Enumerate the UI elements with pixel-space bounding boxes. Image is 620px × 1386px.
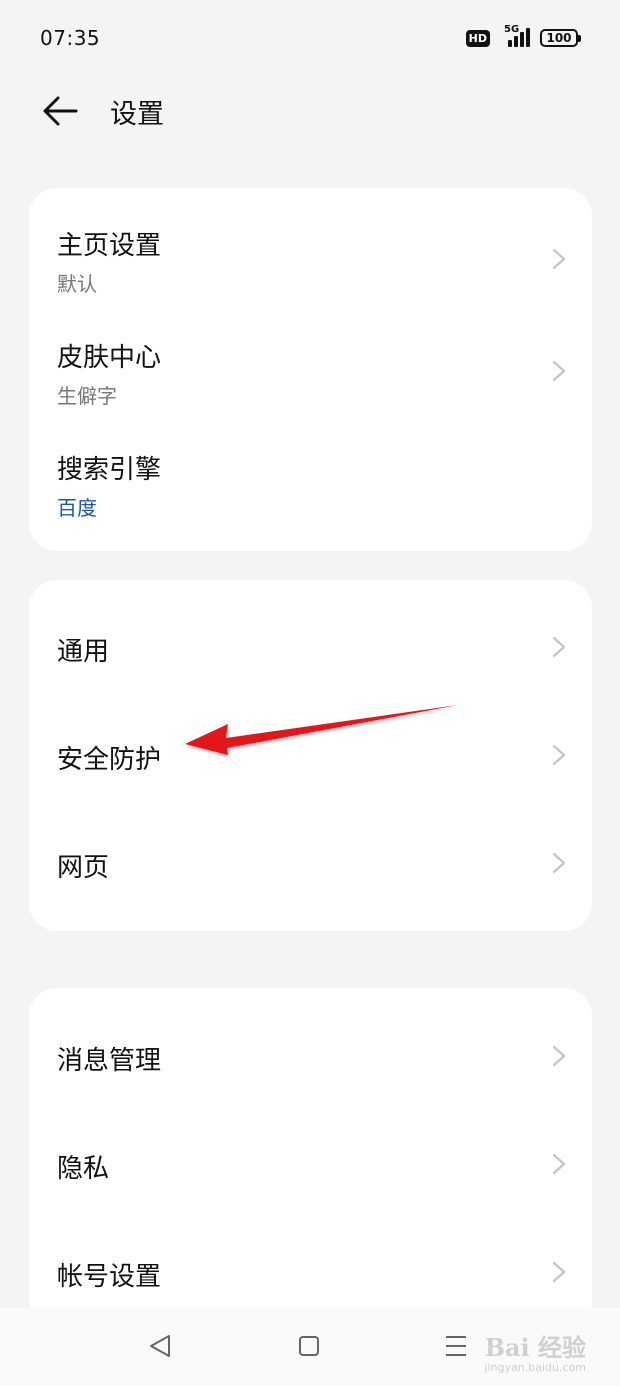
settings-item-search-engine[interactable]: 搜索引擎 百度 (29, 424, 592, 536)
status-bar: 07:35 HD 5G 100 (0, 0, 620, 76)
settings-item-home[interactable]: 主页设置 默认 (29, 200, 592, 312)
settings-item-webpage[interactable]: 网页 (29, 808, 592, 916)
page-title: 设置 (110, 99, 164, 130)
settings-item-skin[interactable]: 皮肤中心 生僻字 (29, 312, 592, 424)
network-type-label: 5G (504, 24, 520, 35)
nav-back-button[interactable] (140, 1326, 180, 1366)
chevron-right-icon (552, 1045, 566, 1067)
watermark-logo-text: Bai 经验 (484, 1333, 586, 1362)
hd-icon: HD (465, 29, 490, 47)
settings-group-2: 通用 安全防护 网页 (29, 580, 592, 931)
settings-item-title: 搜索引擎 (57, 455, 162, 485)
settings-item-title: 消息管理 (57, 1046, 162, 1076)
watermark-url: jingyan.baidu.com (484, 1361, 586, 1374)
settings-group-3: 消息管理 隐私 帐号设置 (29, 988, 592, 1328)
chevron-right-icon (552, 1261, 566, 1283)
settings-screen: 07:35 HD 5G 100 设置 主页设置 默认 皮肤中心 生僻字 搜索引擎… (0, 0, 620, 1386)
back-button[interactable] (38, 91, 82, 131)
chevron-right-icon (552, 744, 566, 766)
settings-item-title: 通用 (57, 637, 110, 667)
page-header: 设置 (0, 76, 620, 146)
chevron-right-icon (552, 248, 566, 270)
settings-item-value: 生僻字 (57, 384, 117, 408)
triangle-back-icon (150, 1335, 170, 1357)
cellular-signal-icon: 5G (500, 24, 530, 49)
settings-item-title: 皮肤中心 (57, 343, 162, 373)
chevron-right-icon (552, 852, 566, 874)
settings-item-security[interactable]: 安全防护 (29, 700, 592, 808)
status-time: 07:35 (40, 26, 101, 50)
chevron-right-icon (552, 1153, 566, 1175)
settings-item-title: 主页设置 (57, 231, 162, 261)
settings-item-title: 安全防护 (57, 745, 162, 775)
nav-home-button[interactable] (289, 1326, 329, 1366)
settings-item-title: 帐号设置 (57, 1262, 162, 1292)
settings-item-value: 百度 (57, 496, 97, 520)
settings-item-title: 隐私 (57, 1154, 110, 1184)
chevron-right-icon (552, 360, 566, 382)
settings-item-messages[interactable]: 消息管理 (29, 1000, 592, 1108)
settings-item-general[interactable]: 通用 (29, 592, 592, 700)
battery-level: 100 (546, 31, 572, 45)
baidu-jingyan-watermark: Bai 经验 jingyan.baidu.com (484, 1328, 586, 1374)
nav-menu-button[interactable] (436, 1326, 476, 1366)
chevron-right-icon (552, 636, 566, 658)
battery-icon: 100 (540, 29, 581, 47)
arrow-left-icon (43, 96, 78, 126)
settings-item-value: 默认 (57, 272, 97, 296)
square-home-icon (299, 1336, 319, 1356)
settings-group-1: 主页设置 默认 皮肤中心 生僻字 搜索引擎 百度 (29, 188, 592, 551)
settings-item-title: 网页 (57, 853, 110, 883)
status-icons: HD 5G 100 (465, 24, 581, 50)
menu-lines-icon (446, 1336, 466, 1356)
settings-item-privacy[interactable]: 隐私 (29, 1108, 592, 1216)
